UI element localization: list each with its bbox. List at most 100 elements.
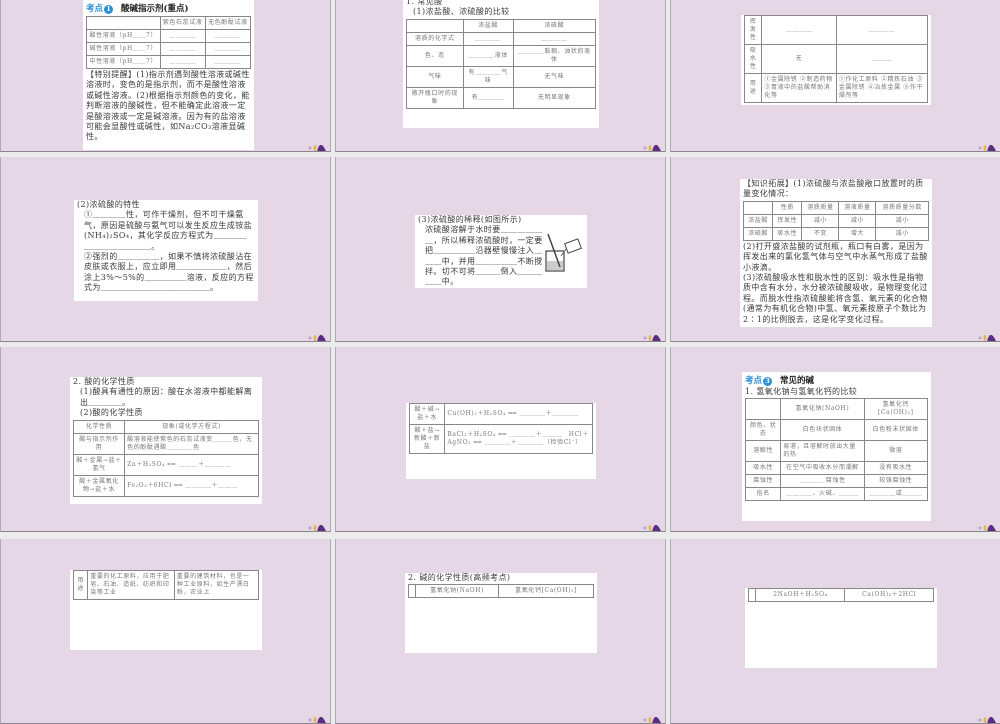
- slide-thumbnail-7[interactable]: 2. 酸的化学性质 (1)酸具有通性的原因：酸在水溶液中都能解离出＿＿＿＿。 (2)…: [0, 347, 331, 532]
- table-cell: 溶解性: [744, 440, 782, 463]
- slide-thumbnail-12[interactable]: 2NaOH＋H₂SO₄ Ca(OH)₂＋2HCl: [670, 539, 1000, 724]
- table-cell: 酸溶液能使紫色的石蕊试液变＿＿＿色，无色的酚酞遇酸＿＿＿＿色: [124, 432, 259, 455]
- table-cell: 酸＋金属→盐＋氢气: [72, 453, 126, 476]
- table-cell: 浓硫酸: [742, 226, 774, 241]
- table-cell: 溶质的化学式: [406, 31, 464, 46]
- table-cell: 在空气中吸收水分而潮解: [780, 461, 865, 476]
- table-cell: 酸＋碱→盐＋水: [408, 403, 446, 425]
- header-cell: [406, 18, 464, 33]
- comparison-table: 氢氧化钠(NaOH) 氢氧化钙[Ca(OH)₂]: [407, 584, 594, 599]
- table-row: 溶解性 易溶，且溶解时放出大量的热 微溶: [744, 440, 929, 463]
- table-cell: 白色粉末状固体: [863, 419, 929, 442]
- table-row: 敞开瓶口时的现象 有＿＿＿＿ 无明显现象: [406, 86, 597, 109]
- table-row: 浓盐酸 挥发性 减小 减小 减小: [742, 213, 929, 228]
- feather-decoration-icon: [974, 327, 996, 341]
- kaodian-badge: 考点: [86, 4, 104, 14]
- table-cell: 白色块状固体: [780, 419, 865, 442]
- table-cell: ＿＿＿＿腐蚀性: [780, 474, 865, 489]
- paragraph: 【特别提醒】(1)指示剂遇到酸性溶液或碱性溶液时，变色的是指示剂，而不是酸性溶液…: [86, 70, 250, 142]
- comparison-table: 浓盐酸 浓硫酸 溶质的化学式 ＿＿＿＿ ＿＿＿＿ 色、态 ＿＿＿＿液体 ＿＿＿＿黏稠、油状的液…: [406, 18, 597, 109]
- slide-content: 1. 常见酸 (1)浓盐酸、浓硫酸的比较 浓盐酸 浓硫酸 溶质的化学式 ＿＿＿＿ ＿＿＿＿ 色…: [403, 0, 599, 128]
- header-cell: 氢氧化钙[Ca(OH)₂]: [498, 584, 594, 599]
- slide-content: 挥发性 ＿＿＿＿ ＿＿＿＿ 吸水性无 ＿＿＿ 用途 ①金属除锈 ②制造药物 ③胃液中的盐酸帮…: [741, 15, 931, 105]
- table-cell: 酸与指示剂作用: [72, 432, 126, 455]
- paragraph: (2)酸的化学性质: [80, 408, 143, 418]
- table-row: 酸与指示剂作用 酸溶液能使紫色的石蕊试液变＿＿＿色，无色的酚酞遇酸＿＿＿＿色: [72, 432, 259, 455]
- table-header-row: 性质 溶质质量 溶液质量 溶质质量分数: [742, 200, 929, 215]
- table-cell: 增大: [838, 226, 877, 241]
- table-cell: ①作化工原料 ②精炼石油 ③金属除锈 ④冶炼金属 ⑤作干燥剂等: [835, 73, 929, 103]
- slide-thumbnail-9[interactable]: 考点 3 常见的碱 1. 氢氧化钠与氢氧化钙的比较 氢氧化钠(NaOH) 氢氧化钙[Ca(…: [670, 347, 1000, 532]
- table-cell: 挥发性: [743, 15, 763, 45]
- table-row: 俗名 ＿＿＿＿、火碱、＿＿＿ ＿＿＿＿或＿＿＿: [744, 487, 929, 502]
- table-row: 酸＋碱→盐＋水 Cu(OH)₂＋H₂SO₄ ══ ＿＿＿＿＋＿＿＿＿: [408, 403, 593, 425]
- slide-thumbnail-4[interactable]: (2)浓硫酸的特性 ①＿＿＿＿性，可作干燥剂，但不可干燥氨气，原因是硫酸与氨气可以…: [0, 157, 331, 342]
- table-cell: 减小: [838, 213, 877, 228]
- slide-thumbnail-2[interactable]: 1. 常见酸 (1)浓盐酸、浓硫酸的比较 浓盐酸 浓硫酸 溶质的化学式 ＿＿＿＿ ＿＿＿＿ 色…: [335, 0, 666, 152]
- header-cell: 浓盐酸: [462, 18, 514, 33]
- feather-decoration-icon: [304, 137, 326, 151]
- table-cell: ＿＿＿＿: [204, 29, 252, 43]
- slide-thumbnail-3[interactable]: 挥发性 ＿＿＿＿ ＿＿＿＿ 吸水性无 ＿＿＿ 用途 ①金属除锈 ②制造药物 ③胃液中的盐酸帮…: [670, 0, 1000, 152]
- header-cell: 紫色石蕊试液: [159, 16, 206, 30]
- table-header-row: 化学性质 现象(或化学方程式): [72, 419, 259, 434]
- slide-content: (3)浓硫酸的稀释(如图所示) 浓硫酸溶解于水时要＿＿＿＿＿＿，所以稀释浓硫酸时，…: [415, 215, 587, 288]
- table-row: 酸＋金属→盐＋氢气 Zn＋H₂SO₄ ══ ＿＿＿＋＿＿＿＿: [72, 453, 259, 476]
- header-cell: 现象(或化学方程式): [124, 419, 259, 434]
- header-cell: [86, 16, 161, 30]
- table-cell: 重要的化工原料，应用于肥皂、石油、造纸、纺织和印染等工业: [87, 570, 175, 600]
- comparison-table: 紫色石蕊试液 无色酚酞试液 酸性溶液（pH＿＿7） ＿＿＿＿ ＿＿＿＿ 碱性溶液（pH＿＿…: [86, 16, 252, 69]
- table-row: 用途 ①金属除锈 ②制造药物 ③胃液中的盐酸帮助消化等 ①作化工原料 ②精炼石油 ③…: [743, 73, 929, 103]
- slide-content: 考点 3 常见的碱 1. 氢氧化钠与氢氧化钙的比较 氢氧化钠(NaOH) 氢氧化钙[Ca(…: [742, 372, 931, 521]
- slide-thumbnail-10[interactable]: 用途 重要的化工原料，应用于肥皂、石油、造纸、纺织和印染等工业 重要的建筑材料，也是…: [0, 539, 331, 724]
- slide-thumbnail-11[interactable]: 2. 碱的化学性质(高频考点) 氢氧化钠(NaOH) 氢氧化钙[Ca(OH)₂]: [335, 539, 666, 724]
- table-cell: 浓盐酸: [742, 213, 774, 228]
- table-cell: ＿＿＿＿: [204, 55, 252, 69]
- beaker-illustration: [544, 229, 584, 274]
- table-row: 中性溶液（pH＿＿7） ＿＿＿＿ ＿＿＿＿: [86, 55, 252, 69]
- table-row: 酸性溶液（pH＿＿7） ＿＿＿＿ ＿＿＿＿: [86, 29, 252, 43]
- table-cell: ＿＿＿＿: [204, 42, 252, 56]
- kaodian-badge: 考点: [745, 376, 763, 386]
- table-cell: 无: [761, 44, 837, 74]
- slide-content: (2)浓硫酸的特性 ①＿＿＿＿性，可作干燥剂，但不可干燥氨气，原因是硫酸与氨气可以…: [74, 200, 258, 301]
- table-cell: 没有吸水性: [863, 461, 929, 476]
- table-cell: 颜色、状态: [744, 419, 782, 442]
- header-cell: 溶液质量: [838, 200, 877, 215]
- table-row: 腐蚀性 ＿＿＿＿腐蚀性 较强腐蚀性: [744, 474, 929, 489]
- slide-thumbnail-6[interactable]: 【知识拓展】(1)浓硫酸与浓盐酸敞口放置时的质量变化情况： 性质 溶质质量 溶液质量溶…: [670, 157, 1000, 342]
- header-cell: 氢氧化钠(NaOH): [415, 584, 500, 599]
- table-row: 颜色、状态 白色块状固体 白色粉末状固体: [744, 419, 929, 442]
- paragraph: 2. 酸的化学性质: [73, 377, 135, 386]
- table-row: 酸＋盐→新酸＋新盐 BaCl₂＋H₂SO₄ ══ ＿＿＿＿＋＿＿＿ HCl＋AgN…: [408, 424, 593, 454]
- comparison-table: 挥发性 ＿＿＿＿ ＿＿＿＿ 吸水性无 ＿＿＿ 用途 ①金属除锈 ②制造药物 ③胃液中的盐酸帮…: [743, 15, 929, 103]
- header-cell: 氢氧化钠(NaOH): [780, 398, 865, 421]
- table-cell: 吸水性: [743, 44, 763, 74]
- header-cell: 化学性质: [72, 419, 126, 434]
- table-cell: 挥发性: [772, 213, 803, 228]
- table-cell: 无气味: [512, 65, 597, 88]
- paragraph: 1. 氢氧化钠与氢氧化钙的比较: [745, 387, 858, 396]
- slide-thumbnail-5[interactable]: (3)浓硫酸的稀释(如图所示) 浓硫酸溶解于水时要＿＿＿＿＿＿，所以稀释浓硫酸时，…: [335, 157, 666, 342]
- table-row: 用途 重要的化工原料，应用于肥皂、石油、造纸、纺织和印染等工业 重要的建筑材料，也是…: [72, 570, 260, 600]
- table-cell: 微溶: [863, 440, 929, 463]
- table-cell: 易溶，且溶解时放出大量的热: [780, 440, 865, 463]
- feather-decoration-icon: [974, 517, 996, 531]
- table-cell: ＿＿＿＿: [835, 15, 929, 45]
- table-cell: ＿＿＿＿: [159, 29, 206, 43]
- comparison-table: 氢氧化钠(NaOH) 氢氧化钙[Ca(OH)₂] 颜色、状态 白色块状固体 白色粉末状固…: [744, 398, 929, 502]
- slide-thumbnail-8[interactable]: 酸＋碱→盐＋水 Cu(OH)₂＋H₂SO₄ ══ ＿＿＿＿＋＿＿＿＿ 酸＋盐→新酸＋…: [335, 347, 666, 532]
- paragraph: (2)打开盛浓盐酸的试剂瓶，瓶口有白雾，是因为挥发出来的氯化氢气体与空气中水蒸气…: [743, 241, 928, 272]
- feather-decoration-icon: [304, 709, 326, 723]
- heading-text: 常见的碱: [780, 376, 815, 386]
- table-cell: Zn＋H₂SO₄ ══ ＿＿＿＋＿＿＿＿: [124, 453, 259, 476]
- feather-decoration-icon: [974, 709, 996, 723]
- comparison-table: 化学性质 现象(或化学方程式) 酸与指示剂作用 酸溶液能使紫色的石蕊试液变＿＿＿色，无…: [72, 419, 259, 497]
- table-cell: ①金属除锈 ②制造药物 ③胃液中的盐酸帮助消化等: [761, 73, 837, 103]
- slide-content: 2. 酸的化学性质 (1)酸具有通性的原因：酸在水溶液中都能解离出＿＿＿＿。 (2)…: [70, 377, 262, 504]
- table-cell: 减小: [801, 213, 840, 228]
- table-cell: 吸水性: [772, 226, 803, 241]
- slide-thumbnail-1[interactable]: KAO DIAN ZHI SHI SHU LI考点1酸碱指示剂(重点)紫色石蕊试…: [0, 0, 331, 152]
- feather-decoration-icon: [639, 327, 661, 341]
- table-header-row: 氢氧化钠(NaOH) 氢氧化钙[Ca(OH)₂]: [744, 398, 929, 421]
